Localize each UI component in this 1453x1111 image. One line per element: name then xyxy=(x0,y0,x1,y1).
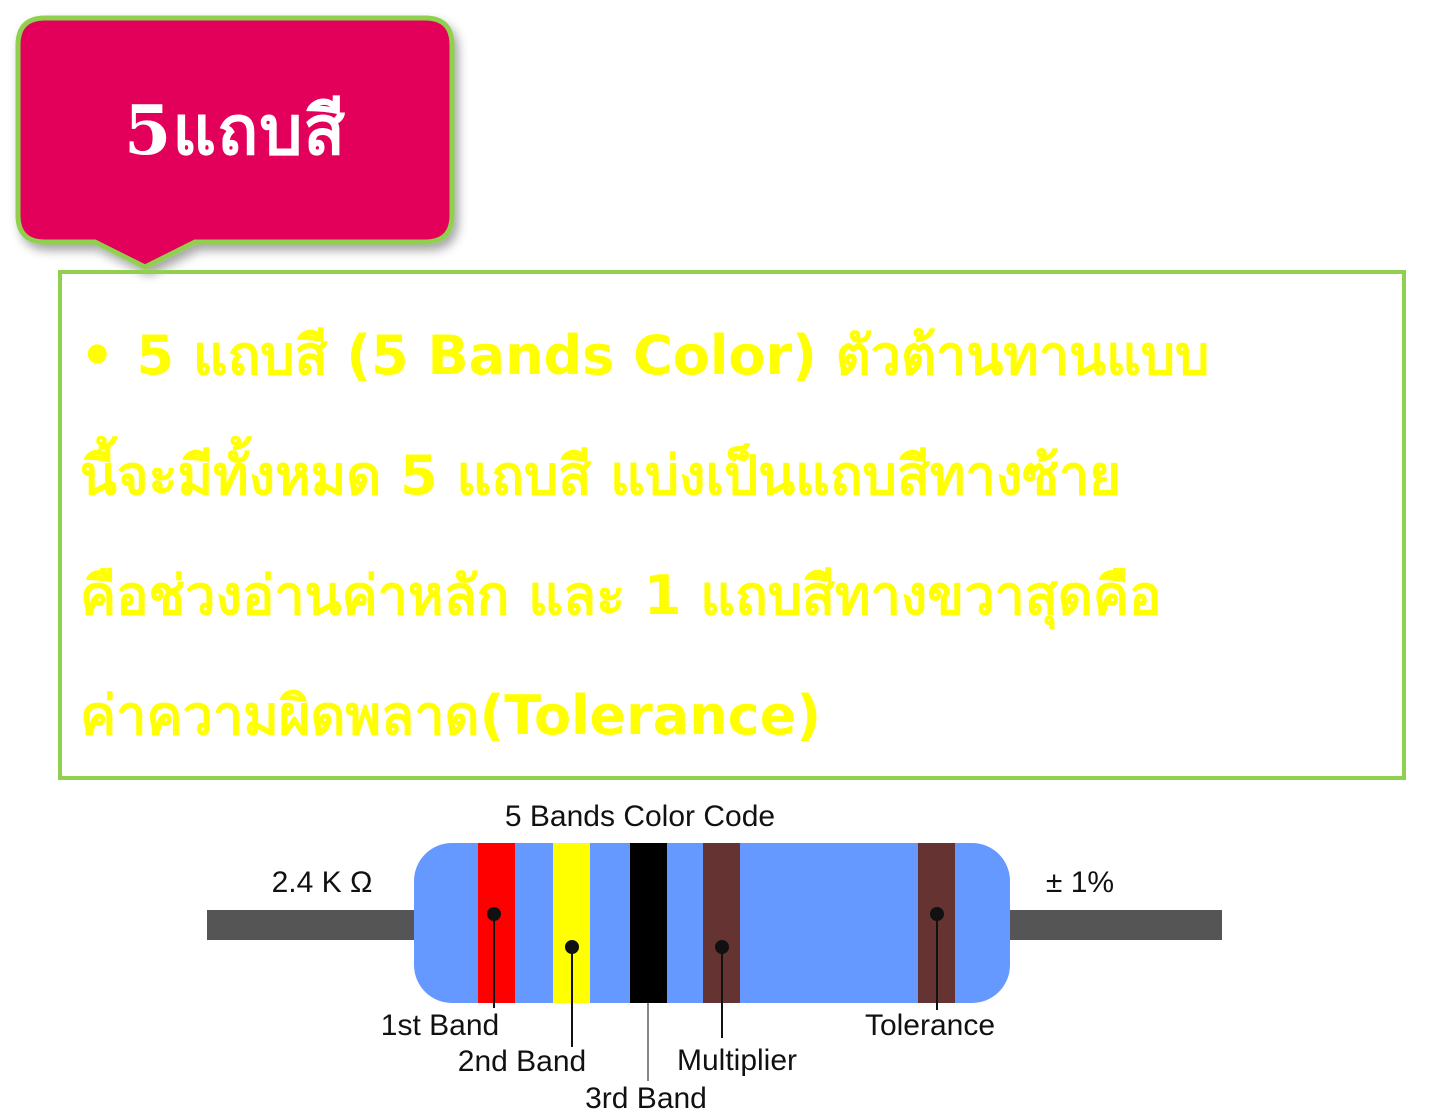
diagram-title: 5 Bands Color Code xyxy=(505,800,775,833)
label-multiplier: Multiplier xyxy=(677,1044,797,1077)
band-1st xyxy=(478,843,515,1003)
left-lead xyxy=(207,910,422,940)
title-callout: 5แถบสี xyxy=(15,15,455,270)
description-box: • 5 แถบสี (5 Bands Color) ตัวต้านทานแบบ น… xyxy=(58,270,1406,780)
pointer-multiplier-dot xyxy=(715,940,729,954)
resistance-value-label: 2.4 K Ω xyxy=(272,866,373,899)
label-2nd-band: 2nd Band xyxy=(458,1045,586,1078)
description-line-4: ค่าความผิดพลาด(Tolerance) xyxy=(80,684,821,747)
band-3rd xyxy=(630,843,667,1003)
resistor-svg: 5 Bands Color Code 2.4 K Ω ± 1% 1st Band… xyxy=(207,800,1222,1111)
pointer-2nd-dot xyxy=(565,940,579,954)
callout-title: 5แถบสี xyxy=(124,91,346,171)
label-tolerance: Tolerance xyxy=(865,1009,995,1042)
label-3rd-band: 3rd Band xyxy=(585,1082,707,1111)
tolerance-value-label: ± 1% xyxy=(1046,866,1114,899)
description-line-1-text: 5 แถบสี (5 Bands Color) ตัวต้านทานแบบ xyxy=(136,324,1210,387)
description-line-3: คือช่วงอ่านค่าหลัก และ 1 แถบสีทางขวาสุดค… xyxy=(80,564,1162,627)
resistor-diagram: 5 Bands Color Code 2.4 K Ω ± 1% 1st Band… xyxy=(0,790,1453,1111)
description-line-2: นี้จะมีทั้งหมด 5 แถบสี แบ่งเป็นแถบสีทางซ… xyxy=(80,444,1121,507)
description-line-1: • 5 แถบสี (5 Bands Color) ตัวต้านทานแบบ xyxy=(80,296,1384,416)
pointer-tolerance-dot xyxy=(930,907,944,921)
slide: 5แถบสี • 5 แถบสี (5 Bands Color) ตัวต้านท… xyxy=(0,0,1453,1111)
bullet-icon: • xyxy=(80,324,115,387)
label-1st-band: 1st Band xyxy=(381,1009,499,1042)
right-lead xyxy=(1000,910,1222,940)
pointer-1st-dot xyxy=(487,907,501,921)
